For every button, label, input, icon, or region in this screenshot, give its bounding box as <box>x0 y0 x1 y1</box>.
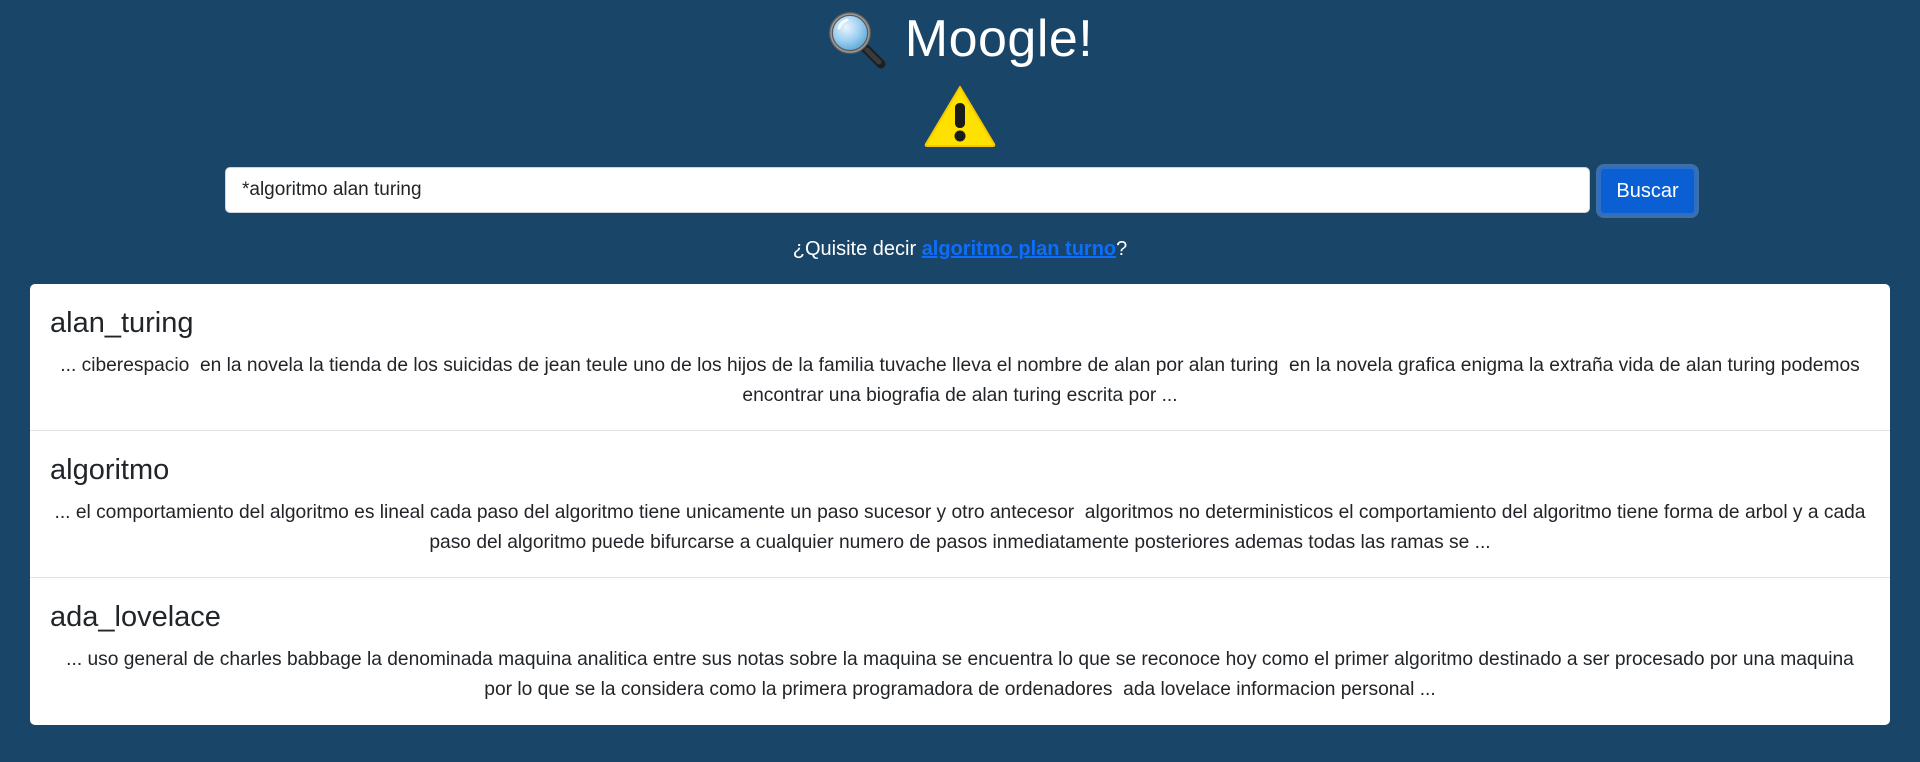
result-title[interactable]: algoritmo <box>50 453 1870 487</box>
result-item: ada_lovelace ... uso general de charles … <box>30 578 1890 725</box>
search-button[interactable]: Buscar <box>1598 166 1697 216</box>
result-snippet: ... ciberespacio en la novela la tienda … <box>60 355 1866 406</box>
result-snippet: ... uso general de charles babbage la de… <box>66 649 1860 700</box>
results-list: alan_turing ... ciberespacio en la novel… <box>30 284 1890 725</box>
result-item: alan_turing ... ciberespacio en la novel… <box>30 284 1890 431</box>
search-input[interactable] <box>225 167 1590 213</box>
result-item: algoritmo ... el comportamiento del algo… <box>30 431 1890 578</box>
magnifying-glass-icon <box>828 12 886 69</box>
result-snippet: ... el comportamiento del algoritmo es l… <box>54 502 1871 553</box>
warning-icon <box>924 86 996 147</box>
result-title[interactable]: ada_lovelace <box>50 600 1870 634</box>
suggestion-prefix: ¿Quisite decir <box>792 238 922 260</box>
app-title: Moogle! <box>904 10 1094 68</box>
search-bar: Buscar <box>225 166 1697 216</box>
did-you-mean: ¿Quisite decir algoritmo plan turno? <box>0 236 1920 262</box>
result-title[interactable]: alan_turing <box>50 306 1870 340</box>
suggestion-suffix: ? <box>1116 238 1128 260</box>
suggestion-link[interactable]: algoritmo plan turno <box>922 238 1116 260</box>
header: Moogle! <box>0 0 1920 78</box>
